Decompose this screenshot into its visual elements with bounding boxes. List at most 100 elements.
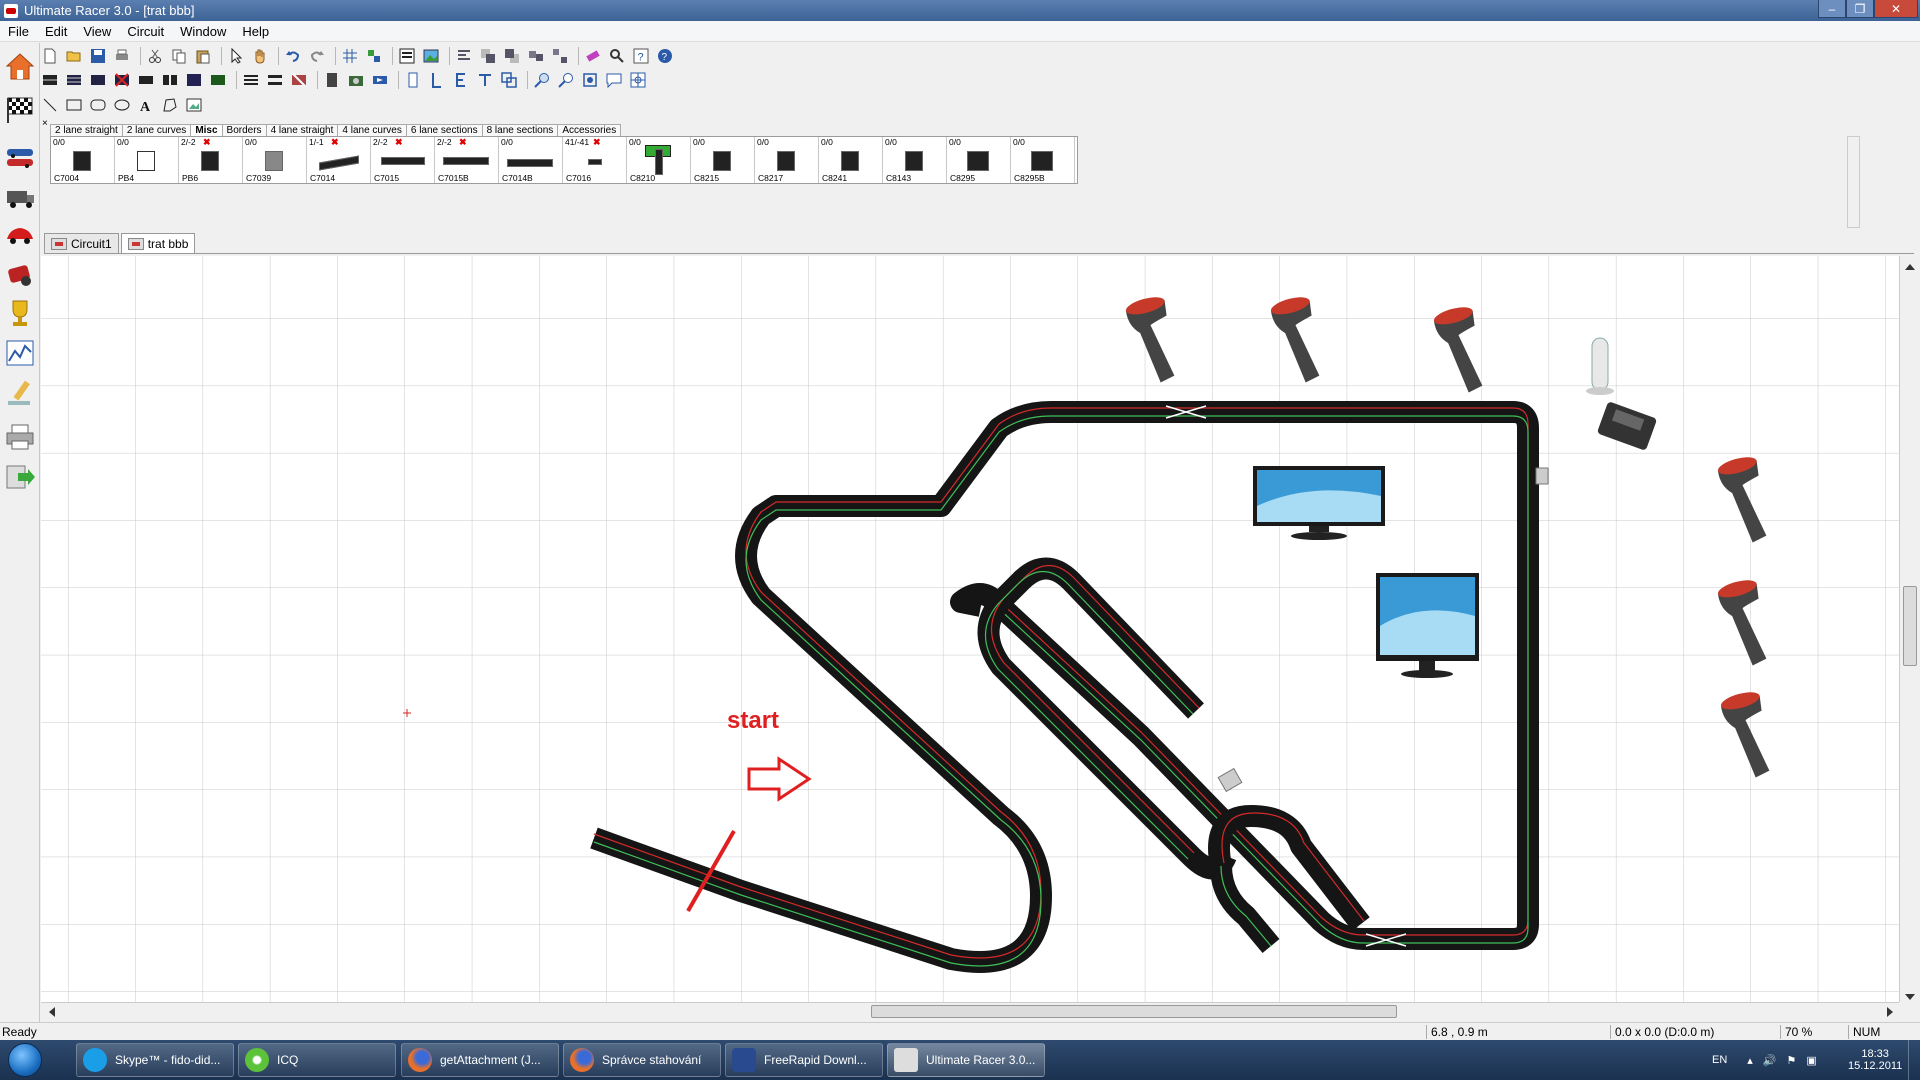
tray-expand-icon[interactable]: ▴: [1747, 1054, 1753, 1067]
palette-piece[interactable]: 0/0 C8295: [947, 137, 1011, 183]
pencil-icon[interactable]: [4, 377, 36, 409]
track-quad-icon[interactable]: [184, 70, 204, 90]
undo-icon[interactable]: [283, 46, 303, 66]
vertical-scrollbar[interactable]: [1899, 256, 1920, 1002]
minimize-button[interactable]: –: [1818, 0, 1846, 18]
page-corner-icon[interactable]: [427, 70, 447, 90]
cut-icon[interactable]: [145, 46, 165, 66]
tab-trat-bbb[interactable]: trat bbb: [120, 233, 196, 253]
delete-border-icon[interactable]: [289, 70, 309, 90]
eraser-icon[interactable]: [583, 46, 603, 66]
scroll-right-icon[interactable]: [1887, 1007, 1893, 1017]
taskbar-item-download-manager[interactable]: Správce stahování: [563, 1043, 721, 1077]
cars-icon[interactable]: [4, 141, 36, 173]
network-icon[interactable]: ▣: [1806, 1054, 1816, 1067]
page-t-icon[interactable]: [475, 70, 495, 90]
zoom-fit-icon[interactable]: [580, 70, 600, 90]
truck-icon[interactable]: [4, 181, 36, 213]
comment-icon[interactable]: [604, 70, 624, 90]
ungroup-icon[interactable]: [550, 46, 570, 66]
tab-circuit1[interactable]: Circuit1: [44, 233, 119, 253]
help-icon[interactable]: ?: [631, 46, 651, 66]
rounded-rect-tool-icon[interactable]: [88, 95, 108, 115]
language-indicator[interactable]: EN: [1712, 1054, 1727, 1066]
menu-circuit[interactable]: Circuit: [119, 24, 172, 39]
polygon-tool-icon[interactable]: [160, 95, 180, 115]
palette-piece[interactable]: 2/-2 ✖ PB6: [179, 137, 243, 183]
zoom-out-icon[interactable]: [556, 70, 576, 90]
camera-icon[interactable]: [346, 70, 366, 90]
flag-icon[interactable]: ⚑: [1787, 1054, 1797, 1067]
palette-piece[interactable]: 0/0 C7014B: [499, 137, 563, 183]
connect-icon[interactable]: [370, 70, 390, 90]
palette-piece[interactable]: 2/-2 ✖ C7015: [371, 137, 435, 183]
scroll-left-icon[interactable]: [49, 1007, 55, 1017]
menu-edit[interactable]: Edit: [37, 24, 75, 39]
redo-icon[interactable]: [307, 46, 327, 66]
start-button[interactable]: [0, 1040, 50, 1080]
palette-piece[interactable]: 0/0 C7004: [51, 137, 115, 183]
trophy-icon[interactable]: [4, 297, 36, 329]
scroll-thumb[interactable]: [1903, 586, 1917, 666]
chart-icon[interactable]: [4, 337, 36, 369]
palette-piece[interactable]: 2/-2 ✖ C7015B: [435, 137, 499, 183]
checkered-flag-icon[interactable]: [4, 93, 36, 125]
maximize-button[interactable]: ❐: [1846, 0, 1874, 18]
lanes-2-icon[interactable]: [64, 70, 84, 90]
text-tool-icon[interactable]: A: [136, 95, 156, 115]
save-icon[interactable]: [88, 46, 108, 66]
menu-file[interactable]: File: [0, 24, 37, 39]
page-e-icon[interactable]: [451, 70, 471, 90]
scroll-down-icon[interactable]: [1905, 994, 1915, 1000]
palette-piece[interactable]: 0/0 C8295B: [1011, 137, 1075, 183]
borders-icon[interactable]: [241, 70, 261, 90]
horizontal-scrollbar[interactable]: [41, 1002, 1899, 1020]
rectangle-tool-icon[interactable]: [64, 95, 84, 115]
palette-piece[interactable]: 0/0 PB4: [115, 137, 179, 183]
palette-piece[interactable]: 1/-1 ✖ C7014: [307, 137, 371, 183]
track-split-icon[interactable]: [160, 70, 180, 90]
borders-2-icon[interactable]: [265, 70, 285, 90]
palette-piece[interactable]: 0/0 C8143: [883, 137, 947, 183]
palette-close-icon[interactable]: ×: [42, 118, 48, 129]
palette-piece[interactable]: 41/-41 ✖ C7016: [563, 137, 627, 183]
page-overlap-icon[interactable]: [499, 70, 519, 90]
printer-icon[interactable]: [4, 421, 36, 453]
clock[interactable]: 18:33 15.12.2011: [1848, 1040, 1902, 1080]
close-button[interactable]: ✕: [1874, 0, 1918, 18]
taskbar-item-firefox-attachment[interactable]: getAttachment (J...: [401, 1043, 559, 1077]
show-desktop-button[interactable]: [1908, 1040, 1920, 1080]
page-portrait-icon[interactable]: [403, 70, 423, 90]
group-icon[interactable]: [526, 46, 546, 66]
race-icon[interactable]: [4, 259, 36, 291]
search-car-icon[interactable]: [607, 46, 627, 66]
scroll-thumb[interactable]: [871, 1005, 1397, 1018]
palette-piece[interactable]: 0/0 C8217: [755, 137, 819, 183]
taskbar-item-freerapid[interactable]: FreeRapid Downl...: [725, 1043, 883, 1077]
remove-lanes-icon[interactable]: [112, 70, 132, 90]
pointer-icon[interactable]: [226, 46, 246, 66]
taskbar-item-skype[interactable]: Skype™ - fido-did...: [76, 1043, 234, 1077]
straight-lanes-icon[interactable]: [40, 70, 60, 90]
menu-view[interactable]: View: [75, 24, 119, 39]
lanes-3-icon[interactable]: [88, 70, 108, 90]
red-car-icon[interactable]: [4, 219, 36, 251]
palette-scrollbar[interactable]: [1847, 136, 1860, 228]
menu-help[interactable]: Help: [234, 24, 277, 39]
properties-icon[interactable]: [397, 46, 417, 66]
taskbar-item-ultimate-racer[interactable]: Ultimate Racer 3.0...: [887, 1043, 1045, 1077]
send-back-icon[interactable]: [502, 46, 522, 66]
copy-icon[interactable]: [169, 46, 189, 66]
palette-piece[interactable]: 0/0 C8241: [819, 137, 883, 183]
info-icon[interactable]: ?: [655, 46, 675, 66]
export-icon[interactable]: [4, 461, 36, 493]
home-icon[interactable]: [4, 51, 36, 83]
scroll-up-icon[interactable]: [1905, 264, 1915, 270]
hand-icon[interactable]: [250, 46, 270, 66]
volume-icon[interactable]: 🔊: [1763, 1054, 1777, 1067]
layer-icon[interactable]: [322, 70, 342, 90]
palette-piece[interactable]: 0/0 C7039: [243, 137, 307, 183]
align-left-icon[interactable]: [454, 46, 474, 66]
circuit-canvas[interactable]: start: [41, 256, 1899, 1002]
track-green-icon[interactable]: [208, 70, 228, 90]
